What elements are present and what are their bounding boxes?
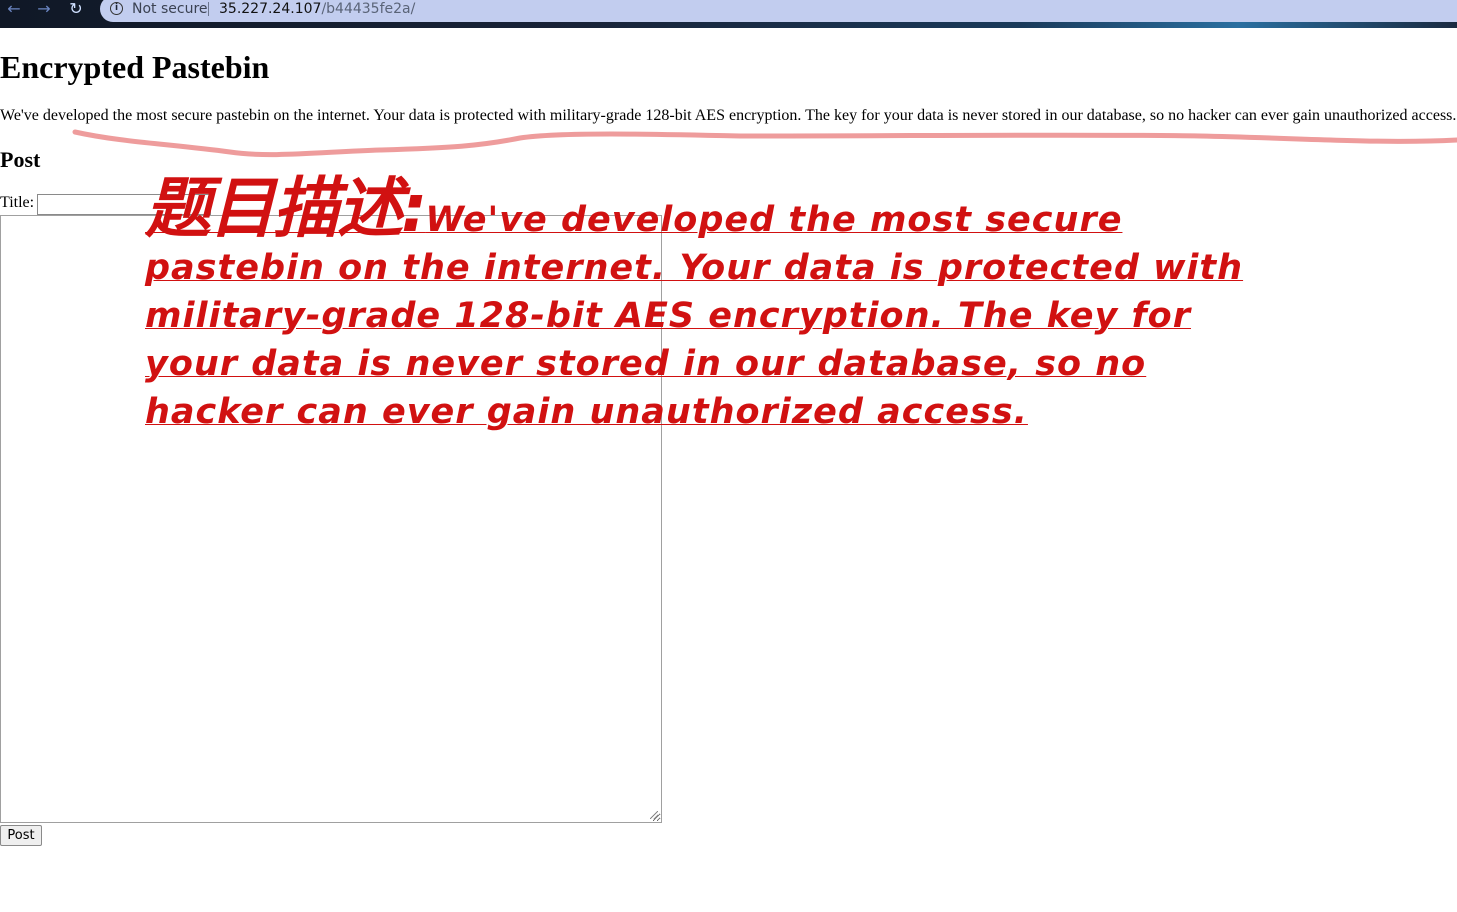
reload-icon[interactable]: ↻ xyxy=(65,0,87,20)
highlight-underline-stroke xyxy=(72,129,1457,158)
back-arrow-icon[interactable]: ← xyxy=(3,0,25,20)
annotation-prefix: 题目描述: xyxy=(145,170,427,247)
resize-grip-icon[interactable] xyxy=(650,811,658,819)
forward-arrow-icon[interactable]: → xyxy=(33,0,55,20)
url-divider xyxy=(208,2,209,16)
browser-toolbar: ← → ↻ i Not secure 35.227.24.107/b44435f… xyxy=(0,0,1457,28)
url-text[interactable]: 35.227.24.107/b44435fe2a/ xyxy=(219,0,415,22)
annotation-overlay: 题目描述:We've developed the most secure pas… xyxy=(145,176,1265,439)
title-label: Title: xyxy=(0,194,35,211)
post-button[interactable]: Post xyxy=(0,825,42,846)
address-bar[interactable]: i Not secure 35.227.24.107/b44435fe2a/ xyxy=(100,0,1457,22)
info-icon[interactable]: i xyxy=(110,2,123,15)
url-path: /b44435fe2a/ xyxy=(321,1,416,17)
url-host: 35.227.24.107 xyxy=(219,1,322,17)
post-heading: Post xyxy=(0,147,41,172)
security-label[interactable]: Not secure xyxy=(132,0,208,22)
page-title: Encrypted Pastebin xyxy=(0,49,270,85)
